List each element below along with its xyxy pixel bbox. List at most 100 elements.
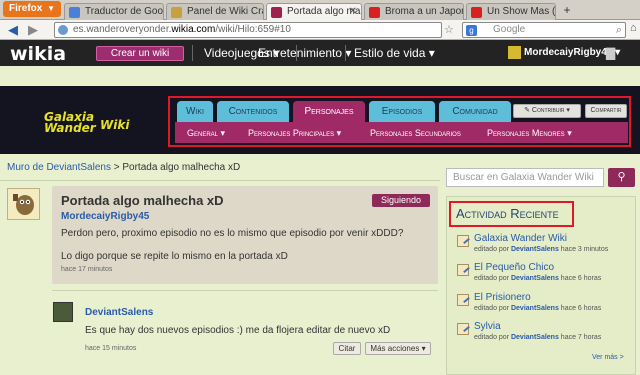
close-tab-icon[interactable]: ✕ (349, 4, 357, 20)
firefox-label: Firefox (9, 3, 43, 14)
google-icon: g (466, 25, 477, 36)
chevron-down-icon: ▾ (428, 46, 435, 60)
post-author[interactable]: MordecaiyRigby45 (61, 211, 149, 222)
logo-text: Wander (44, 121, 96, 135)
google-translate-icon (69, 7, 80, 18)
new-tab-button[interactable]: + (560, 3, 574, 18)
url-domain: wikia.com (171, 24, 216, 35)
button-label: Más acciones (370, 344, 420, 353)
wiki-search-input[interactable]: Buscar en Galaxia Wander Wiki (446, 168, 604, 187)
activity-page-link[interactable]: El Pequeño Chico (474, 262, 554, 273)
breadcrumb-current: Portada algo malhecha xD (122, 162, 241, 173)
search-icon: ⚲ (617, 171, 626, 183)
browser-tab[interactable]: Panel de Wiki Cras... (166, 3, 264, 20)
edit-page-icon (457, 323, 469, 335)
reply-author[interactable]: DeviantSalens (85, 307, 153, 318)
post-text: Lo digo porque se repite lo mismo en la … (61, 251, 288, 262)
tab-label: Panel de Wiki Cras... (187, 6, 263, 17)
activity-time: hace 6 horas (560, 305, 602, 312)
username: MordecaiyRigby45 (524, 47, 613, 58)
meta-label: editado por (474, 305, 510, 312)
reply-timestamp[interactable]: hace 15 minutos (85, 345, 136, 352)
more-actions-button[interactable]: Más acciones ▾ (365, 342, 431, 355)
activity-page-link[interactable]: El Prisionero (474, 292, 531, 303)
activity-meta: editado por DeviantSalens hace 6 horas (474, 305, 601, 312)
browser-tab[interactable]: Broma a un Japoné... (364, 3, 464, 20)
nav-entretenimiento[interactable]: Entretenimiento ▾ (258, 45, 351, 61)
divider (0, 180, 440, 181)
url-path: /wiki/Hilo:659#10 (215, 24, 291, 35)
youtube-icon (369, 7, 380, 18)
meta-label: editado por (474, 246, 510, 253)
quote-button[interactable]: Citar (333, 342, 361, 355)
breadcrumb-sep: > (113, 162, 120, 173)
google-placeholder: Google (493, 24, 526, 35)
wiki-logo[interactable]: Galaxia Wander (44, 111, 96, 135)
activity-user-link[interactable]: DeviantSalens (511, 246, 559, 253)
edit-page-icon (457, 264, 469, 276)
nav-estilo-de-vida[interactable]: Estilo de vida ▾ (354, 45, 435, 61)
post-timestamp[interactable]: hace 17 minutos (61, 266, 112, 273)
browser-tab-bar: Firefox ▼ Traductor de Google Panel de Wi… (0, 0, 640, 20)
divider (192, 45, 193, 61)
activity-page-link[interactable]: Sylvia (474, 321, 501, 332)
wikia-logo[interactable]: wikia (10, 43, 66, 65)
highlight-box (449, 201, 574, 227)
browser-tab[interactable]: Un Show Mas (L... (466, 3, 556, 20)
browser-tab-active[interactable]: Portada algo malh...✕ (266, 3, 362, 20)
tab-label: Traductor de Google (85, 6, 164, 17)
forward-arrow-icon[interactable]: ▶ (24, 22, 42, 38)
chevron-down-icon: ▾ (345, 46, 352, 60)
url-prefix: es.wanderoveryonder. (73, 24, 172, 35)
highlight-box (168, 96, 631, 147)
divider (52, 290, 438, 291)
activity-user-link[interactable]: DeviantSalens (511, 305, 559, 312)
post-text: Perdon pero, proximo episodio no es lo m… (61, 228, 404, 239)
back-arrow-icon[interactable]: ◀ (4, 22, 22, 38)
create-wiki-button[interactable]: Crear un wiki (96, 46, 184, 61)
home-icon[interactable]: ⌂ (630, 22, 640, 38)
thread-title: Portada algo malhecha xD (61, 193, 224, 208)
avatar (508, 46, 521, 59)
spacer-band (0, 66, 640, 86)
browser-search-input[interactable]: g Google ⌕ (462, 22, 626, 38)
nav-label: Entretenimiento (258, 46, 343, 60)
wikia-global-bar: wikia Crear un wiki Videojuegos ▾ Entret… (0, 40, 640, 66)
browser-tab[interactable]: Traductor de Google (64, 3, 164, 20)
activity-user-link[interactable]: DeviantSalens (511, 275, 559, 282)
search-button[interactable]: ⚲ (608, 168, 635, 187)
breadcrumb: Muro de DeviantSalens > Portada algo mal… (7, 162, 240, 173)
avatar[interactable] (53, 302, 73, 322)
activity-user-link[interactable]: DeviantSalens (511, 334, 559, 341)
youtube-icon (471, 7, 482, 18)
wikia-favicon-icon (271, 7, 282, 18)
avatar[interactable] (7, 188, 40, 220)
activity-time: hace 6 horas (560, 275, 602, 282)
browser-nav-bar: ◀ ▶ es.wanderoveryonder.wikia.com/wiki/H… (0, 20, 640, 40)
divider (345, 45, 346, 61)
rigby-avatar-icon (8, 189, 39, 219)
breadcrumb-link[interactable]: Muro de DeviantSalens (7, 162, 111, 173)
firefox-menu-button[interactable]: Firefox ▼ (3, 1, 61, 17)
wikia-favicon-icon (171, 7, 182, 18)
wiki-logo-suffix: Wiki (100, 118, 130, 132)
tab-label: Un Show Mas (L... (487, 6, 556, 17)
user-menu[interactable]: MordecaiyRigby45 ▾ (508, 45, 620, 61)
address-bar[interactable]: es.wanderoveryonder.wikia.com/wiki/Hilo:… (54, 22, 442, 38)
notifications-icon[interactable]: ▇ (606, 46, 622, 60)
activity-meta: editado por DeviantSalens hace 3 minutos (474, 246, 608, 253)
see-more-link[interactable]: Ver más > (592, 354, 624, 361)
chevron-down-icon: ▾ (421, 344, 426, 353)
activity-meta: editado por DeviantSalens hace 6 horas (474, 275, 601, 282)
meta-label: editado por (474, 275, 510, 282)
following-button[interactable]: Siguiendo (372, 194, 430, 207)
meta-label: editado por (474, 334, 510, 341)
activity-page-link[interactable]: Galaxia Wander Wiki (474, 233, 567, 244)
star-bookmark-icon[interactable]: ☆ (444, 22, 460, 38)
chevron-down-icon: ▼ (47, 4, 55, 13)
reply-text: Es que hay dos nuevos episodios :) me da… (85, 325, 391, 336)
edit-page-icon (457, 294, 469, 306)
tab-label: Broma a un Japoné... (385, 6, 463, 17)
search-icon[interactable]: ⌕ (616, 23, 622, 37)
nav-label: Estilo de vida (354, 46, 426, 60)
